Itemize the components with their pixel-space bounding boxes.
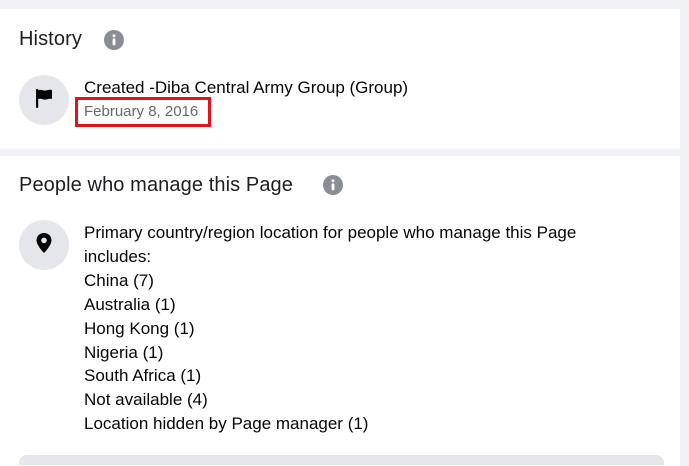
history-section: History Created -Diba Central Army Group… bbox=[0, 9, 680, 149]
info-icon[interactable] bbox=[104, 30, 124, 50]
page-managers-section: People who manage this Page Primary coun… bbox=[0, 156, 680, 466]
location-item: China (7) bbox=[84, 271, 154, 290]
managers-title: People who manage this Page bbox=[19, 174, 293, 196]
managers-item-icon bbox=[19, 220, 69, 270]
location-item: Not available (4) bbox=[84, 390, 208, 409]
history-created-date: February 8, 2016 bbox=[84, 103, 199, 120]
location-item: Australia (1) bbox=[84, 295, 176, 314]
location-item: South Africa (1) bbox=[84, 366, 202, 385]
history-item-icon bbox=[19, 75, 69, 125]
right-gutter bbox=[680, 0, 689, 461]
location-item: Location hidden by Page manager (1) bbox=[84, 414, 369, 433]
info-icon[interactable] bbox=[323, 175, 343, 195]
managers-intro-line-1: Primary country/region location for peop… bbox=[84, 223, 577, 242]
next-section-button-edge[interactable] bbox=[19, 455, 664, 465]
location-item: Hong Kong (1) bbox=[84, 319, 195, 338]
history-title: History bbox=[19, 28, 82, 50]
top-divider bbox=[0, 0, 689, 9]
history-created-text: Created -Diba Central Army Group (Group) bbox=[84, 78, 409, 97]
location-pin-icon bbox=[32, 231, 56, 260]
location-item: Nigeria (1) bbox=[84, 343, 164, 362]
flag-icon bbox=[32, 86, 56, 115]
managers-intro-line-2: includes: bbox=[84, 247, 152, 266]
